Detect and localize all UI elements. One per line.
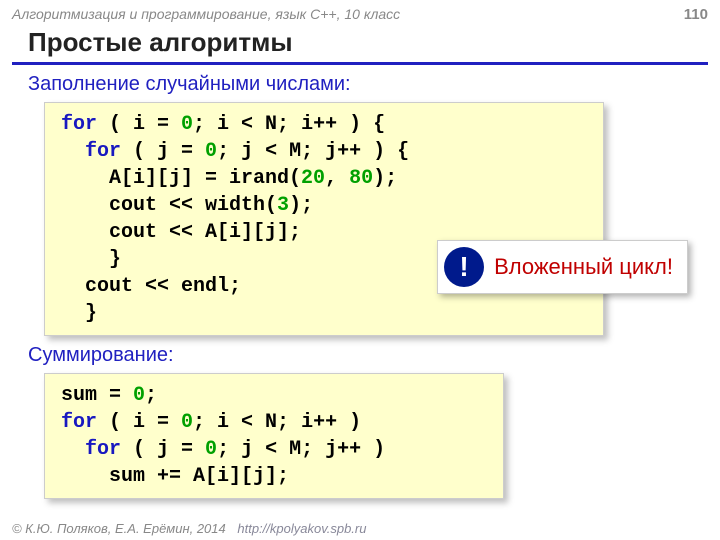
- code-block-sum: sum = 0; for ( i = 0; i < N; i++ ) for (…: [44, 373, 504, 499]
- code-block-fill: for ( i = 0; i < N; i++ ) { for ( j = 0;…: [44, 102, 604, 336]
- slide-header: Алгоритмизация и программирование, язык …: [0, 0, 720, 25]
- callout-note: ! Вложенный цикл!: [437, 240, 688, 294]
- page-title: Простые алгоритмы: [12, 25, 708, 65]
- footer-copy: © К.Ю. Поляков, Е.А. Ерёмин, 2014: [12, 521, 226, 536]
- title-wrap: Простые алгоритмы: [0, 25, 720, 65]
- exclamation-icon: !: [444, 247, 484, 287]
- footer-url: http://kpolyakov.spb.ru: [237, 521, 366, 536]
- page-number: 110: [684, 6, 708, 23]
- callout-text: Вложенный цикл!: [494, 254, 673, 280]
- course-label: Алгоритмизация и программирование, язык …: [12, 6, 400, 22]
- section2-heading: Суммирование:: [0, 336, 720, 373]
- section1-heading: Заполнение случайными числами:: [0, 65, 720, 102]
- slide-footer: © К.Ю. Поляков, Е.А. Ерёмин, 2014 http:/…: [12, 521, 366, 536]
